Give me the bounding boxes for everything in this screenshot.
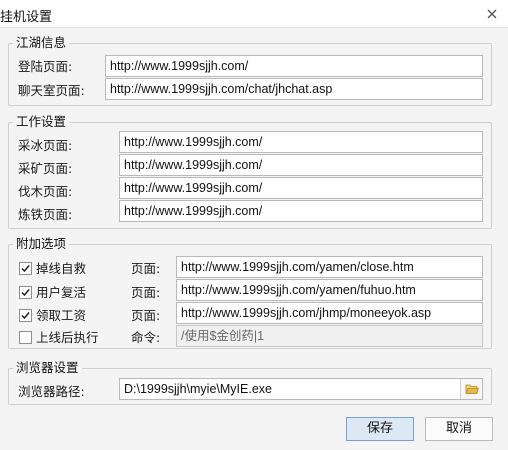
browser-path-value: D:\1999sjjh\myie\MyIE.exe [124,382,272,396]
login-page-input[interactable]: http://www.1999sjjh.com/ [105,55,483,77]
group-jianghu-info: 江湖信息 登陆页面: http://www.1999sjjh.com/ 聊天室页… [8,35,492,106]
window-title: 挂机设置 [0,10,53,25]
check-icon [21,289,30,297]
collect-wage-checkbox[interactable] [19,309,32,322]
auto-rescue-page-input[interactable]: http://www.1999sjjh.com/yamen/close.htm [176,256,483,278]
title-bar: 挂机设置 [0,0,508,28]
revive-checkbox[interactable] [19,286,32,299]
close-button[interactable] [482,4,502,24]
command-label: 命令: [131,330,161,345]
ice-page-label: 采冰页面: [18,138,73,153]
smelting-page-input[interactable]: http://www.1999sjjh.com/ [119,200,483,222]
revive-page-input[interactable]: http://www.1999sjjh.com/yamen/fuhuo.htm [176,279,483,301]
group-title: 工作设置 [13,114,70,130]
on-login-execute-checkbox[interactable] [19,331,32,344]
close-icon [487,9,497,19]
group-work-settings: 工作设置 采冰页面: http://www.1999sjjh.com/ 采矿页面… [8,114,492,229]
revive-label: 用户复活 [36,285,87,300]
group-title: 附加选项 [13,236,70,252]
collect-wage-label: 领取工资 [36,308,87,323]
logging-page-input[interactable]: http://www.1999sjjh.com/ [119,177,483,199]
auto-rescue-page-label: 页面: [131,261,161,276]
chatroom-page-label: 聊天室页面: [18,83,85,98]
check-icon [21,312,30,320]
settings-dialog: 挂机设置 江湖信息 登陆页面: http://www.1999sjjh.com/… [0,0,508,450]
auto-rescue-label: 掉线自救 [36,261,87,276]
folder-open-icon [464,384,479,394]
ice-page-input[interactable]: http://www.1999sjjh.com/ [119,131,483,153]
cancel-button[interactable]: 取消 [425,417,493,441]
command-input[interactable]: /使用$金创药|1 [176,325,483,347]
group-title: 江湖信息 [13,35,70,51]
group-title: 浏览器设置 [13,360,82,376]
group-browser-settings: 浏览器设置 浏览器路径: D:\1999sjjh\myie\MyIE.exe [8,360,492,405]
group-extra-options: 附加选项 掉线自救 页面: http://www.1999sjjh.com/ya… [8,236,492,349]
on-login-execute-label: 上线后执行 [36,330,99,345]
browser-path-label: 浏览器路径: [18,384,85,399]
collect-wage-page-label: 页面: [131,308,161,323]
logging-page-label: 伐木页面: [18,184,73,199]
chatroom-page-input[interactable]: http://www.1999sjjh.com/chat/jhchat.asp [105,78,483,100]
mining-page-label: 采矿页面: [18,161,73,176]
check-icon [21,265,30,273]
save-button[interactable]: 保存 [346,417,414,441]
mining-page-input[interactable]: http://www.1999sjjh.com/ [119,154,483,176]
browser-path-input[interactable]: D:\1999sjjh\myie\MyIE.exe [119,378,483,400]
smelting-page-label: 炼铁页面: [18,207,73,222]
login-page-label: 登陆页面: [18,59,73,74]
browse-button[interactable] [460,379,482,399]
revive-page-label: 页面: [131,285,161,300]
collect-wage-page-input[interactable]: http://www.1999sjjh.com/jhmp/moneeyok.as… [176,302,483,324]
auto-rescue-checkbox[interactable] [19,262,32,275]
